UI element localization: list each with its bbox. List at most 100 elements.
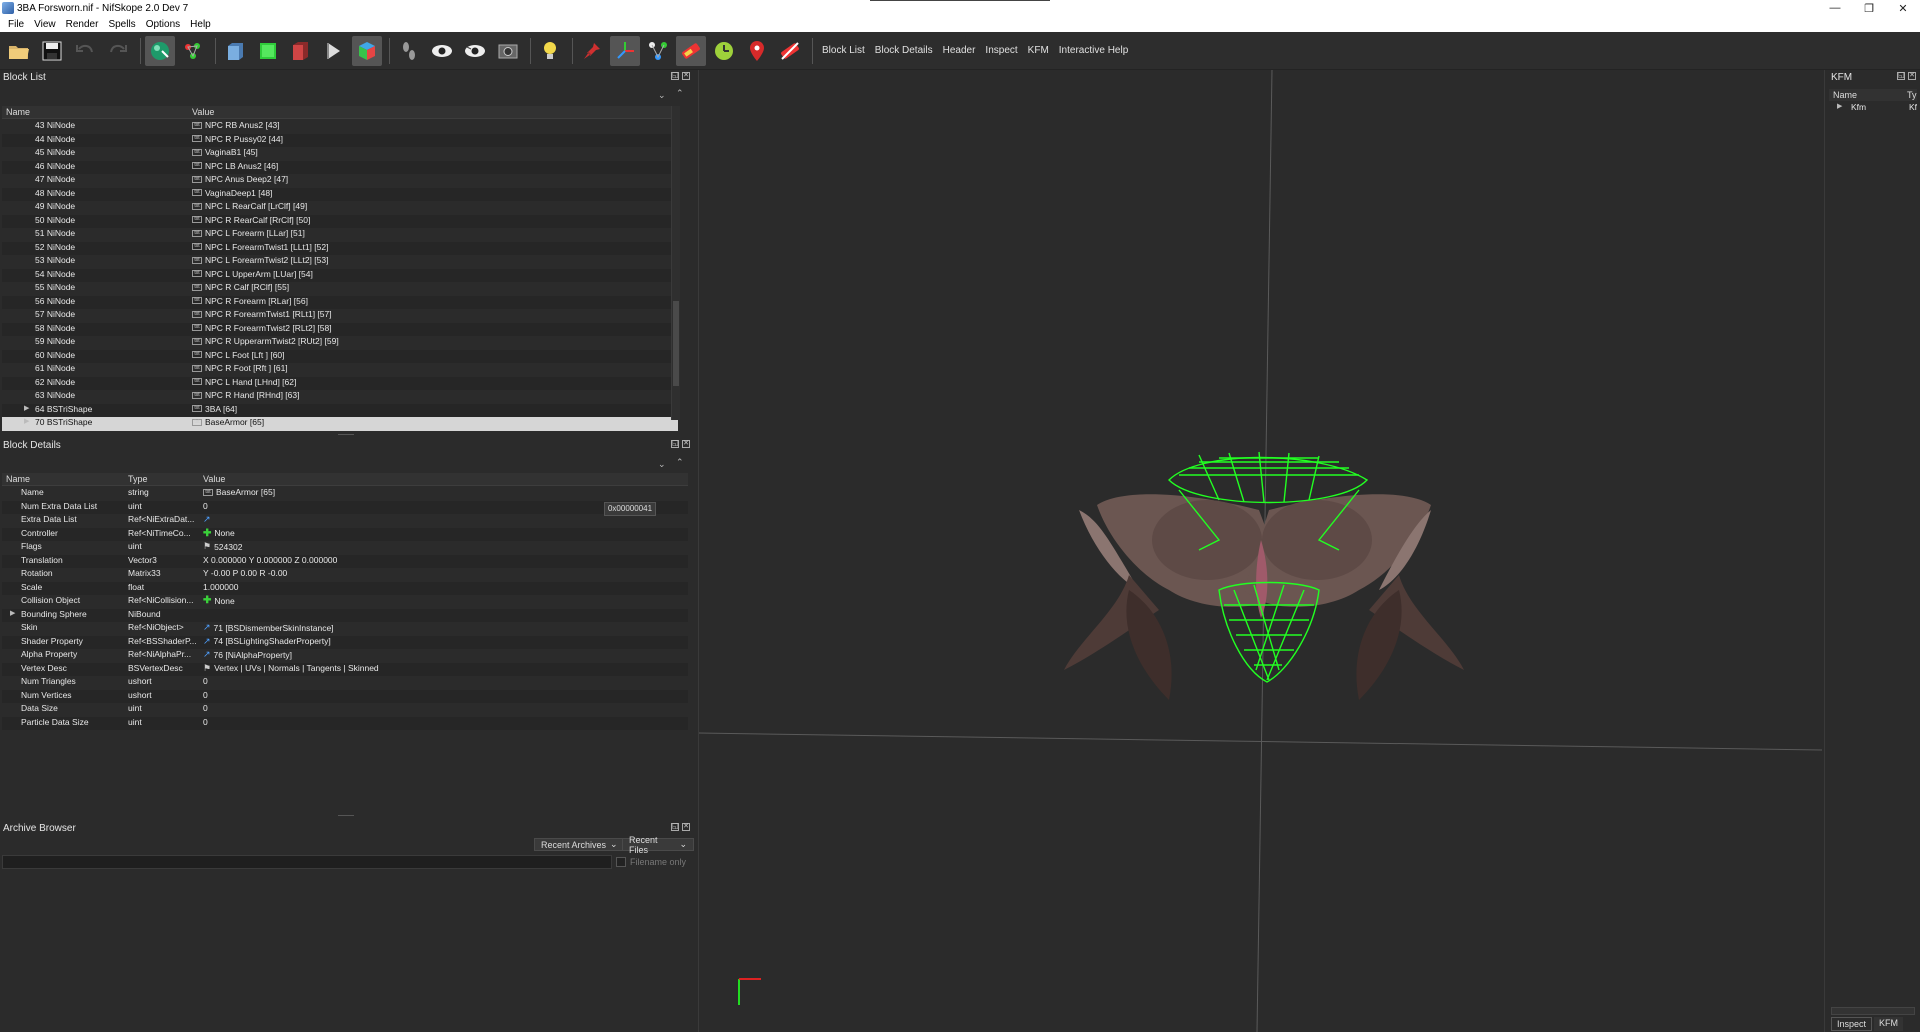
block-list-row[interactable]: 48 NiNode txt VaginaDeep1 [48]: [2, 187, 678, 201]
disable-texture-icon[interactable]: [775, 36, 805, 66]
expand-all-icon[interactable]: ⌃: [676, 457, 684, 468]
block-list-row[interactable]: 54 NiNode txt NPC L UpperArm [LUar] [54]: [2, 268, 678, 282]
block-list-row[interactable]: 57 NiNode txt NPC R ForearmTwist1 [RLt1] […: [2, 309, 678, 323]
detail-row[interactable]: Scale float 1.000000: [2, 581, 688, 595]
close-panel-icon[interactable]: ✕: [1908, 72, 1916, 80]
close-panel-icon[interactable]: ✕: [682, 72, 690, 80]
tab-kfm[interactable]: KFM: [1874, 1017, 1904, 1031]
detail-row[interactable]: Num Extra Data List uint 0: [2, 500, 688, 514]
close-button[interactable]: ✕: [1886, 0, 1920, 16]
menu-help[interactable]: Help: [185, 19, 216, 30]
menu-view[interactable]: View: [29, 19, 61, 30]
detail-row[interactable]: Flags uint ⚑ 524302: [2, 541, 688, 555]
field-value[interactable]: X 0.000000 Y 0.000000 Z 0.000000: [203, 555, 337, 565]
column-name-header[interactable]: Name: [1833, 90, 1857, 100]
block-list-row[interactable]: 56 NiNode txt NPC R Forearm [RLar] [56]: [2, 295, 678, 309]
column-value-header[interactable]: Value: [203, 474, 225, 484]
open-folder-icon[interactable]: [4, 36, 34, 66]
texture-paint-icon[interactable]: [676, 35, 706, 66]
menu-options[interactable]: Options: [141, 19, 185, 30]
detail-row[interactable]: ▶ Bounding Sphere NiBound: [2, 608, 688, 622]
block-list-row[interactable]: 59 NiNode txt NPC R UpperarmTwist2 [RUt2] …: [2, 336, 678, 350]
block-list-row[interactable]: 62 NiNode txt NPC L Hand [LHnd] [62]: [2, 376, 678, 390]
block-list-row[interactable]: 53 NiNode txt NPC L ForearmTwist2 [LLt2] […: [2, 255, 678, 269]
render-viewport[interactable]: [698, 70, 1822, 1032]
flags-icon[interactable]: ⚑: [203, 541, 211, 552]
toolbar-block-details[interactable]: Block Details: [870, 45, 938, 56]
perspective-toggle-icon[interactable]: [319, 36, 349, 66]
block-list-row[interactable]: 51 NiNode txt NPC L Forearm [LLar] [51]: [2, 228, 678, 242]
block-list-row[interactable]: 58 NiNode txt NPC R ForearmTwist2 [RLt2] […: [2, 322, 678, 336]
show-hidden-icon[interactable]: [427, 36, 457, 66]
block-list-row[interactable]: 60 NiNode txt NPC L Foot [Lft ] [60]: [2, 349, 678, 363]
text-type-icon[interactable]: txt: [203, 488, 213, 496]
walk-mode-icon[interactable]: [394, 36, 424, 66]
block-list-row[interactable]: 55 NiNode txt NPC R Calf [RClf] [55]: [2, 282, 678, 296]
close-panel-icon[interactable]: ✕: [682, 440, 690, 448]
float-panel-icon[interactable]: ◱: [671, 72, 679, 80]
block-list-row[interactable]: 52 NiNode txt NPC L ForearmTwist1 [LLt1] […: [2, 241, 678, 255]
column-type-header[interactable]: Type: [128, 474, 148, 484]
minimize-button[interactable]: —: [1818, 0, 1852, 16]
toolbar-header[interactable]: Header: [938, 45, 981, 56]
select-vertex-icon[interactable]: [178, 36, 208, 66]
block-list-row[interactable]: 44 NiNode txt NPC R Pussy02 [44]: [2, 133, 678, 147]
block-list-row[interactable]: ▶ 70 BSTriShape txt BaseArmor [65]: [2, 417, 678, 431]
collapse-all-icon[interactable]: ⌄: [658, 459, 666, 470]
menu-file[interactable]: File: [3, 19, 29, 30]
detail-row[interactable]: Skin Ref<NiObject> ↗ 71 [BSDismemberSkinIns…: [2, 622, 688, 636]
field-value[interactable]: 0: [203, 703, 208, 713]
field-value[interactable]: 0: [203, 717, 208, 727]
block-list-row[interactable]: ▶ 64 BSTriShape txt 3BA [64]: [2, 403, 678, 417]
expand-arrow-icon[interactable]: ▶: [24, 417, 29, 425]
block-list-row[interactable]: 46 NiNode txt NPC LB Anus2 [46]: [2, 160, 678, 174]
select-object-icon[interactable]: [145, 35, 175, 66]
field-value[interactable]: ⚑ Vertex | UVs | Normals | Tangents | Ski…: [203, 663, 379, 674]
expand-arrow-icon[interactable]: ▶: [1837, 102, 1842, 110]
detail-row[interactable]: Extra Data List Ref<NiExtraDat... ↗: [2, 514, 688, 528]
splitter-handle[interactable]: [338, 434, 354, 435]
detail-row[interactable]: Particle Data Size uint 0: [2, 716, 688, 730]
field-value[interactable]: ↗ 71 [BSDismemberSkinInstance]: [203, 622, 334, 633]
undo-icon[interactable]: [70, 36, 100, 66]
detail-row[interactable]: Shader Property Ref<BSShaderP... ↗ 74 [BSLi…: [2, 635, 688, 649]
collapse-all-icon[interactable]: ⌄: [658, 90, 666, 101]
field-value[interactable]: txt BaseArmor [65]: [203, 487, 275, 497]
expand-all-icon[interactable]: ⌃: [676, 88, 684, 99]
expand-arrow-icon[interactable]: ▶: [24, 404, 29, 412]
front-view-icon[interactable]: [220, 36, 250, 66]
block-list-row[interactable]: 45 NiNode txt VaginaB1 [45]: [2, 147, 678, 161]
filename-only-checkbox[interactable]: [616, 857, 626, 867]
block-list-row[interactable]: 49 NiNode txt NPC L RearCalf [LrClf] [49]: [2, 201, 678, 215]
float-panel-icon[interactable]: ◱: [1897, 72, 1905, 80]
archive-search-input[interactable]: [2, 855, 612, 869]
field-value[interactable]: ↗ 76 [NiAlphaProperty]: [203, 649, 292, 660]
field-value[interactable]: ↗: [203, 514, 214, 525]
expand-arrow-icon[interactable]: ▶: [10, 609, 15, 617]
screenshot-icon[interactable]: [493, 36, 523, 66]
add-link-icon[interactable]: ✚: [203, 595, 211, 606]
redo-icon[interactable]: [103, 36, 133, 66]
detail-row[interactable]: Vertex Desc BSVertexDesc ⚑ Vertex | UVs | N…: [2, 662, 688, 676]
field-value[interactable]: 1.000000: [203, 582, 238, 592]
show-markers-icon[interactable]: [460, 36, 490, 66]
node-tree-icon[interactable]: [643, 36, 673, 66]
toolbar-kfm[interactable]: KFM: [1023, 45, 1054, 56]
detail-row[interactable]: Alpha Property Ref<NiAlphaPr... ↗ 76 [NiAlp…: [2, 649, 688, 663]
location-marker-icon[interactable]: [742, 36, 772, 66]
recent-archives-dropdown[interactable]: Recent Archives ⌄: [534, 838, 625, 851]
detail-row[interactable]: Rotation Matrix33 Y -0.00 P 0.00 R -0.00: [2, 568, 688, 582]
axes-icon[interactable]: [610, 35, 640, 66]
block-list-row[interactable]: 61 NiNode txt NPC R Foot [Rft ] [61]: [2, 363, 678, 377]
field-value[interactable]: ✚ None: [203, 595, 235, 606]
add-link-icon[interactable]: ✚: [203, 528, 211, 539]
detail-row[interactable]: Num Triangles ushort 0: [2, 676, 688, 690]
close-panel-icon[interactable]: ✕: [682, 823, 690, 831]
block-list-row[interactable]: 47 NiNode txt NPC Anus Deep2 [47]: [2, 174, 678, 188]
top-view-icon[interactable]: [253, 36, 283, 66]
user-view-cube-icon[interactable]: [352, 35, 382, 66]
column-name-header[interactable]: Name: [6, 107, 30, 117]
block-list-row[interactable]: 50 NiNode txt NPC R RearCalf [RrClf] [50]: [2, 214, 678, 228]
splitter-handle[interactable]: [338, 815, 354, 816]
column-value-header[interactable]: Value: [192, 107, 214, 117]
